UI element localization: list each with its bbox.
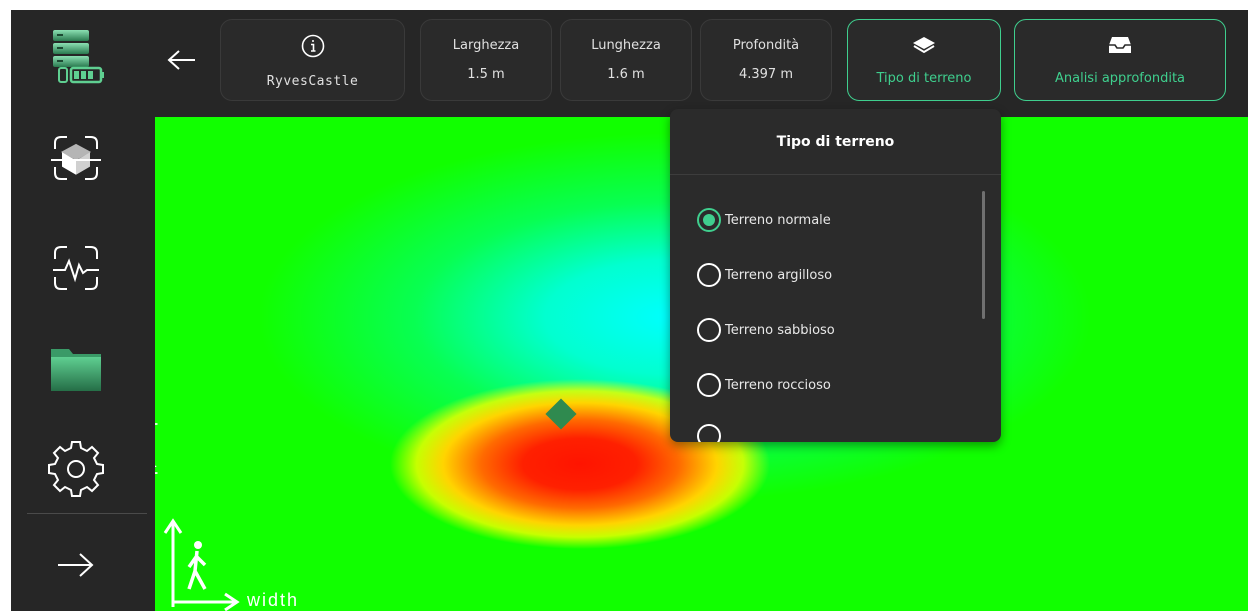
axis-width-label: width: [247, 590, 300, 610]
device-battery-icon[interactable]: [41, 22, 111, 92]
length-card: Lunghezza 1.6 m: [560, 19, 692, 101]
arrow-right-icon[interactable]: [41, 530, 111, 600]
radio-unchecked-icon[interactable]: [697, 424, 721, 442]
project-name: RyvesCastle: [266, 73, 359, 89]
option-terreno-argilloso[interactable]: Terreno argilloso: [697, 260, 832, 290]
option-terreno-normale[interactable]: Terreno normale: [697, 205, 831, 235]
dropdown-separator: [670, 174, 1001, 175]
scan-cube-icon[interactable]: [41, 123, 111, 193]
width-card: Larghezza 1.5 m: [420, 19, 552, 101]
radio-unchecked-icon[interactable]: [697, 263, 721, 287]
gear-icon[interactable]: [41, 434, 111, 504]
width-value: 1.5 m: [467, 67, 505, 82]
sidebar: [11, 10, 147, 611]
depth-card: Profondità 4.397 m: [700, 19, 832, 101]
layers-icon: [911, 35, 937, 59]
deep-analysis-label: Analisi approfondita: [1054, 70, 1186, 86]
option-terreno-roccioso[interactable]: Terreno roccioso: [697, 370, 831, 400]
option-terreno-sabbioso[interactable]: Terreno sabbioso: [697, 315, 835, 345]
folder-icon[interactable]: [41, 333, 111, 403]
position-marker[interactable]: [545, 398, 577, 430]
radio-checked-icon[interactable]: [697, 208, 721, 232]
depth-value: 4.397 m: [738, 67, 793, 82]
soil-type-button[interactable]: Tipo di terreno: [847, 19, 1001, 101]
info-icon[interactable]: [301, 34, 325, 62]
app-window: RyvesCastle Larghezza 1.5 m Lunghezza 1.…: [11, 10, 1248, 611]
dropdown-scrollbar[interactable]: [982, 191, 985, 319]
waveform-icon[interactable]: [41, 233, 111, 303]
deep-analysis-button[interactable]: Analisi approfondita: [1014, 19, 1226, 101]
option-label: Terreno argilloso: [725, 267, 833, 283]
option-partial[interactable]: [697, 421, 725, 442]
arrow-left-icon[interactable]: [161, 40, 201, 80]
radio-unchecked-icon[interactable]: [697, 318, 721, 342]
depth-label: Profondità: [732, 38, 800, 53]
soil-type-dropdown: Tipo di terreno Terreno normale Terreno …: [670, 109, 1001, 442]
inbox-tray-icon: [1108, 35, 1132, 59]
soil-type-label: Tipo di terreno: [876, 70, 972, 86]
sidebar-divider: [27, 513, 147, 514]
radio-unchecked-icon[interactable]: [697, 373, 721, 397]
option-label: Terreno normale: [725, 212, 831, 228]
width-label: Larghezza: [452, 38, 520, 53]
option-label: Terreno roccioso: [725, 377, 831, 393]
project-card[interactable]: RyvesCastle: [220, 19, 405, 101]
option-label: Terreno sabbioso: [725, 322, 835, 338]
person-walking-icon: [161, 515, 253, 611]
length-label: Lunghezza: [591, 38, 661, 53]
dropdown-title: Tipo di terreno: [776, 134, 895, 150]
axis-length-label: length: [155, 422, 160, 484]
length-value: 1.6 m: [607, 67, 645, 82]
